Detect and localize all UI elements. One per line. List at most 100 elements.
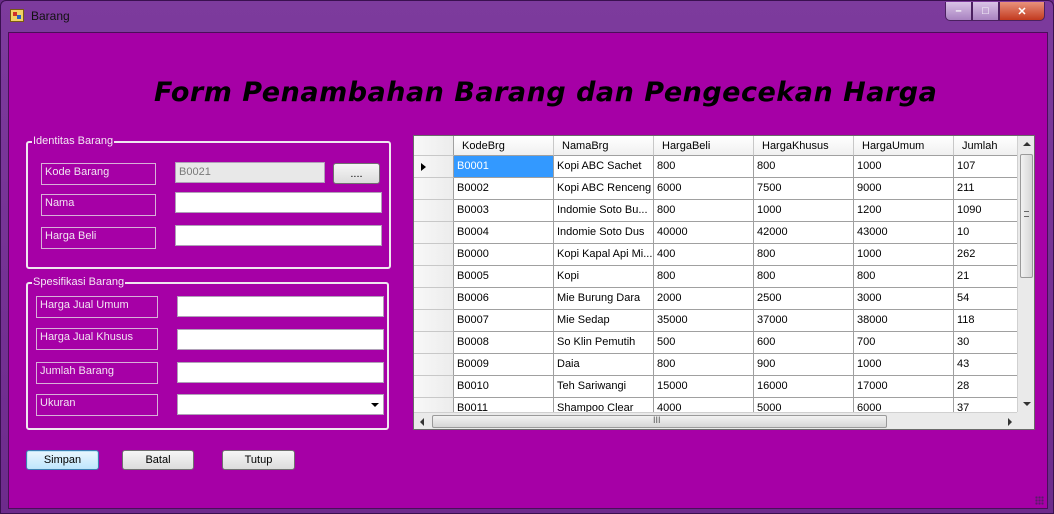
row-header[interactable] — [414, 222, 454, 244]
column-header-jumlah[interactable]: Jumlah — [954, 136, 1018, 156]
table-row[interactable]: B0006 Mie Burung Dara 2000 2500 3000 54 — [414, 288, 1018, 310]
table-cell[interactable]: Daia — [554, 354, 654, 376]
table-cell[interactable]: 43 — [954, 354, 1018, 376]
table-cell[interactable]: Mie Sedap — [554, 310, 654, 332]
table-cell[interactable]: 2500 — [754, 288, 854, 310]
table-cell[interactable]: 900 — [754, 354, 854, 376]
table-cell[interactable]: 400 — [654, 244, 754, 266]
harga-jual-umum-field[interactable] — [177, 296, 384, 317]
table-cell[interactable]: B0010 — [454, 376, 554, 398]
table-cell[interactable]: 6000 — [654, 178, 754, 200]
table-cell[interactable]: 1000 — [754, 200, 854, 222]
scroll-up-icon[interactable] — [1023, 142, 1031, 146]
table-cell[interactable]: 118 — [954, 310, 1018, 332]
table-row[interactable]: B0009 Daia 800 900 1000 43 — [414, 354, 1018, 376]
barang-datagrid[interactable]: KodeBrg NamaBrg HargaBeli HargaKhusus Ha… — [413, 135, 1035, 430]
row-header[interactable] — [414, 376, 454, 398]
table-cell[interactable]: B0000 — [454, 244, 554, 266]
row-header[interactable] — [414, 332, 454, 354]
table-cell[interactable]: Kopi — [554, 266, 654, 288]
table-row[interactable]: B0003 Indomie Soto Bu... 800 1000 1200 1090 — [414, 200, 1018, 222]
column-header-hargakhusus[interactable]: HargaKhusus — [754, 136, 854, 156]
resize-grip-icon[interactable] — [1035, 496, 1044, 505]
table-cell[interactable]: 1090 — [954, 200, 1018, 222]
nama-field[interactable] — [175, 192, 382, 213]
table-cell[interactable]: 600 — [754, 332, 854, 354]
table-cell[interactable]: B0001 — [454, 156, 554, 178]
table-row[interactable]: B0010 Teh Sariwangi 15000 16000 17000 28 — [414, 376, 1018, 398]
table-cell[interactable]: B0011 — [454, 398, 554, 412]
table-cell[interactable]: B0003 — [454, 200, 554, 222]
vertical-scroll-thumb[interactable] — [1020, 154, 1033, 278]
table-cell[interactable]: 800 — [754, 244, 854, 266]
row-header[interactable] — [414, 310, 454, 332]
table-cell[interactable]: Mie Burung Dara — [554, 288, 654, 310]
column-header-kodebrg[interactable]: KodeBrg — [454, 136, 554, 156]
table-cell[interactable]: 1200 — [854, 200, 954, 222]
table-cell[interactable]: 17000 — [854, 376, 954, 398]
harga-beli-field[interactable] — [175, 225, 382, 246]
table-cell[interactable]: 6000 — [854, 398, 954, 412]
close-button[interactable]: ✕ — [999, 2, 1045, 21]
table-cell[interactable]: 107 — [954, 156, 1018, 178]
table-cell[interactable]: Indomie Soto Bu... — [554, 200, 654, 222]
maximize-button[interactable]: □ — [972, 2, 999, 21]
column-header-hargaumum[interactable]: HargaUmum — [854, 136, 954, 156]
minimize-button[interactable]: – — [945, 2, 972, 21]
table-row[interactable]: B0000 Kopi Kapal Api Mi... 400 800 1000 262 — [414, 244, 1018, 266]
table-cell[interactable]: Indomie Soto Dus — [554, 222, 654, 244]
row-header[interactable] — [414, 244, 454, 266]
table-row[interactable]: B0005 Kopi 800 800 800 21 — [414, 266, 1018, 288]
browse-kode-button[interactable]: .... — [333, 163, 380, 184]
column-header-hargabeli[interactable]: HargaBeli — [654, 136, 754, 156]
table-cell[interactable]: 3000 — [854, 288, 954, 310]
table-cell[interactable]: 1000 — [854, 354, 954, 376]
table-cell[interactable]: 2000 — [654, 288, 754, 310]
table-cell[interactable]: 42000 — [754, 222, 854, 244]
table-cell[interactable]: 38000 — [854, 310, 954, 332]
chevron-down-icon[interactable] — [371, 403, 379, 407]
jumlah-barang-field[interactable] — [177, 362, 384, 383]
table-cell[interactable]: 43000 — [854, 222, 954, 244]
scroll-right-icon[interactable] — [1008, 418, 1012, 426]
column-header-namabrg[interactable]: NamaBrg — [554, 136, 654, 156]
batal-button[interactable]: Batal — [122, 450, 194, 470]
table-cell[interactable]: 5000 — [754, 398, 854, 412]
table-cell[interactable]: 1000 — [854, 156, 954, 178]
title-bar[interactable]: Barang – □ ✕ — [1, 1, 1053, 31]
table-cell[interactable]: 37000 — [754, 310, 854, 332]
row-header[interactable] — [414, 266, 454, 288]
row-header[interactable] — [414, 156, 454, 178]
row-header[interactable] — [414, 354, 454, 376]
table-cell[interactable]: 700 — [854, 332, 954, 354]
simpan-button[interactable]: Simpan — [26, 450, 99, 470]
kode-barang-field[interactable]: B0021 — [175, 162, 325, 183]
row-header[interactable] — [414, 288, 454, 310]
table-cell[interactable]: 37 — [954, 398, 1018, 412]
table-cell[interactable]: Kopi Kapal Api Mi... — [554, 244, 654, 266]
table-cell[interactable]: 54 — [954, 288, 1018, 310]
row-header[interactable] — [414, 398, 454, 412]
table-cell[interactable]: 4000 — [654, 398, 754, 412]
table-cell[interactable]: Shampoo Clear — [554, 398, 654, 412]
table-cell[interactable]: So Klin Pemutih — [554, 332, 654, 354]
table-row[interactable]: B0002 Kopi ABC Renceng 6000 7500 9000 211 — [414, 178, 1018, 200]
table-cell[interactable]: B0008 — [454, 332, 554, 354]
harga-jual-khusus-field[interactable] — [177, 329, 384, 350]
table-cell[interactable]: 21 — [954, 266, 1018, 288]
table-cell[interactable]: B0004 — [454, 222, 554, 244]
horizontal-scrollbar[interactable]: III — [414, 412, 1018, 429]
table-cell[interactable]: 7500 — [754, 178, 854, 200]
table-cell[interactable]: 16000 — [754, 376, 854, 398]
table-cell[interactable]: 800 — [754, 156, 854, 178]
table-cell[interactable]: Teh Sariwangi — [554, 376, 654, 398]
table-cell[interactable]: 800 — [654, 354, 754, 376]
tutup-button[interactable]: Tutup — [222, 450, 295, 470]
table-row[interactable]: B0011 Shampoo Clear 4000 5000 6000 37 — [414, 398, 1018, 412]
table-cell[interactable]: 262 — [954, 244, 1018, 266]
table-cell[interactable]: 800 — [654, 200, 754, 222]
table-cell[interactable]: 800 — [754, 266, 854, 288]
table-cell[interactable]: 211 — [954, 178, 1018, 200]
app-icon[interactable] — [10, 9, 24, 22]
vertical-scrollbar[interactable] — [1017, 136, 1034, 412]
